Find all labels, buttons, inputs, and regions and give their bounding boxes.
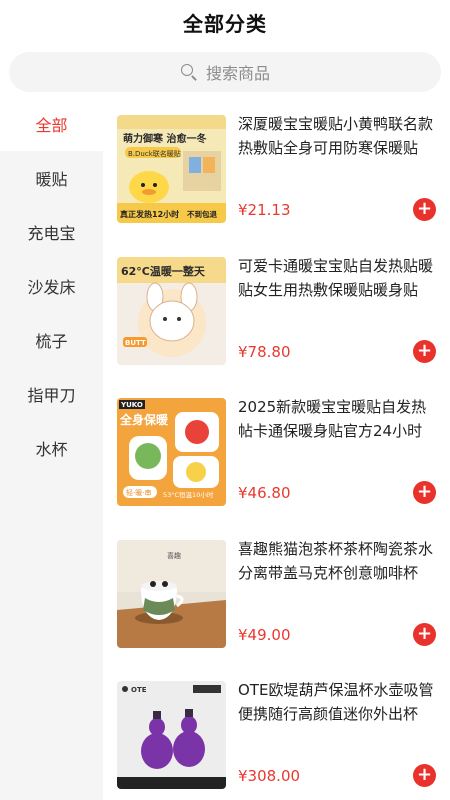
image-text-3: 轻·暖·串	[126, 488, 151, 497]
product-price: ¥49.00	[238, 626, 291, 644]
image-text-1: OTE	[131, 686, 147, 694]
product-info: OTE欧堤葫芦保温杯水壶吸管便携随行高颜值迷你外出杯 ¥308.00 +	[226, 681, 436, 791]
search-placeholder: 搜索商品	[205, 64, 270, 83]
product-card[interactable]: 萌力御寒 治愈一冬 B.Duck联名暖贴 真正发热12小时 不到包退 深厦暖宝宝	[117, 115, 436, 225]
page-title: 全部分类	[183, 11, 267, 36]
search-bar-container: 搜索商品	[0, 44, 450, 92]
sidebar-item-warmer[interactable]: 暖贴	[0, 151, 103, 205]
product-info: 可爱卡通暖宝宝贴自发热贴暖贴女生用热敷保暖贴暖身贴 ¥78.80 +	[226, 257, 436, 367]
product-list: 萌力御寒 治愈一冬 B.Duck联名暖贴 真正发热12小时 不到包退 深厦暖宝宝	[103, 97, 450, 800]
add-to-cart-button[interactable]: +	[413, 198, 436, 221]
add-to-cart-button[interactable]: +	[413, 623, 436, 646]
sidebar-item-all[interactable]: 全部	[0, 97, 103, 151]
sidebar-item-nail-clipper[interactable]: 指甲刀	[0, 367, 103, 421]
add-to-cart-button[interactable]: +	[413, 340, 436, 363]
product-image[interactable]: 喜趣	[117, 540, 226, 648]
product-price: ¥78.80	[238, 343, 291, 361]
sidebar-item-cup[interactable]: 水杯	[0, 421, 103, 475]
product-image[interactable]: YUKO 全身保暖 轻·暖·串 53°C恒温10小时	[117, 398, 226, 506]
product-info: 2025新款暖宝宝暖贴自发热帖卡通保暖身贴官方24小时 ¥46.80 +	[226, 398, 436, 508]
image-text-4: 53°C恒温10小时	[163, 490, 214, 499]
plus-icon: +	[416, 623, 433, 644]
image-text-2: BUTT	[125, 339, 146, 347]
product-name: 2025新款暖宝宝暖贴自发热帖卡通保暖身贴官方24小时	[238, 398, 427, 440]
product-card[interactable]: 62°C温暖一整天 BUTT 可爱卡通暖宝宝贴自发热贴暖贴女生用热敷保暖贴暖身贴…	[117, 257, 436, 367]
image-text-2: YUKO	[120, 401, 143, 409]
category-sidebar: 全部 暖贴 充电宝 沙发床 梳子 指甲刀 水杯	[0, 97, 103, 800]
product-card[interactable]: YUKO 全身保暖 轻·暖·串 53°C恒温10小时 2025新款暖宝宝暖贴自发…	[117, 398, 436, 508]
product-image[interactable]: 萌力御寒 治愈一冬 B.Duck联名暖贴 真正发热12小时 不到包退	[117, 115, 226, 223]
sidebar-item-comb[interactable]: 梳子	[0, 313, 103, 367]
product-name: OTE欧堤葫芦保温杯水壶吸管便携随行高颜值迷你外出杯	[238, 681, 434, 723]
plus-icon: +	[416, 198, 433, 219]
add-to-cart-button[interactable]: +	[413, 764, 436, 787]
product-image[interactable]: OTE	[117, 681, 226, 789]
product-price: ¥21.13	[238, 201, 291, 219]
sidebar-item-power-bank[interactable]: 充电宝	[0, 205, 103, 259]
product-name: 深厦暖宝宝暖贴小黄鸭联名款热敷贴全身可用防寒保暖贴	[238, 115, 434, 157]
image-text-1: 62°C温暖一整天	[121, 264, 206, 278]
product-card[interactable]: 喜趣 喜趣熊猫泡茶杯茶杯陶瓷茶水分离带盖马克杯创意咖啡杯 ¥49.00 +	[117, 540, 436, 650]
plus-icon: +	[416, 764, 433, 785]
search-icon	[180, 63, 198, 81]
product-info: 喜趣熊猫泡茶杯茶杯陶瓷茶水分离带盖马克杯创意咖啡杯 ¥49.00 +	[226, 540, 436, 650]
product-name: 可爱卡通暖宝宝贴自发热贴暖贴女生用热敷保暖贴暖身贴	[238, 257, 434, 299]
sidebar-item-sofa-bed[interactable]: 沙发床	[0, 259, 103, 313]
main-body: 全部 暖贴 充电宝 沙发床 梳子 指甲刀 水杯 萌力御寒 治愈一冬 B.Duck…	[0, 97, 450, 800]
product-price: ¥46.80	[238, 484, 291, 502]
image-text-3: 真正发热12小时	[120, 209, 179, 219]
product-image[interactable]: 62°C温暖一整天 BUTT	[117, 257, 226, 365]
plus-icon: +	[416, 481, 433, 502]
header: 全部分类	[0, 0, 450, 44]
image-text-1: 萌力御寒 治愈一冬	[123, 132, 206, 145]
image-text-2: B.Duck联名暖贴	[128, 149, 181, 158]
product-card[interactable]: OTE OTE欧堤葫芦保温杯水壶吸管便携随行高颜值迷你外出杯 ¥308.00 +	[117, 681, 436, 791]
search-input[interactable]: 搜索商品	[9, 52, 441, 92]
image-text-1: 全身保暖	[119, 412, 169, 427]
image-text-4: 不到包退	[187, 209, 217, 219]
product-info: 深厦暖宝宝暖贴小黄鸭联名款热敷贴全身可用防寒保暖贴 ¥21.13 +	[226, 115, 436, 225]
image-text-1: 喜趣	[167, 551, 181, 560]
product-price: ¥308.00	[238, 767, 301, 785]
plus-icon: +	[416, 340, 433, 361]
add-to-cart-button[interactable]: +	[413, 481, 436, 504]
product-name: 喜趣熊猫泡茶杯茶杯陶瓷茶水分离带盖马克杯创意咖啡杯	[238, 540, 434, 582]
